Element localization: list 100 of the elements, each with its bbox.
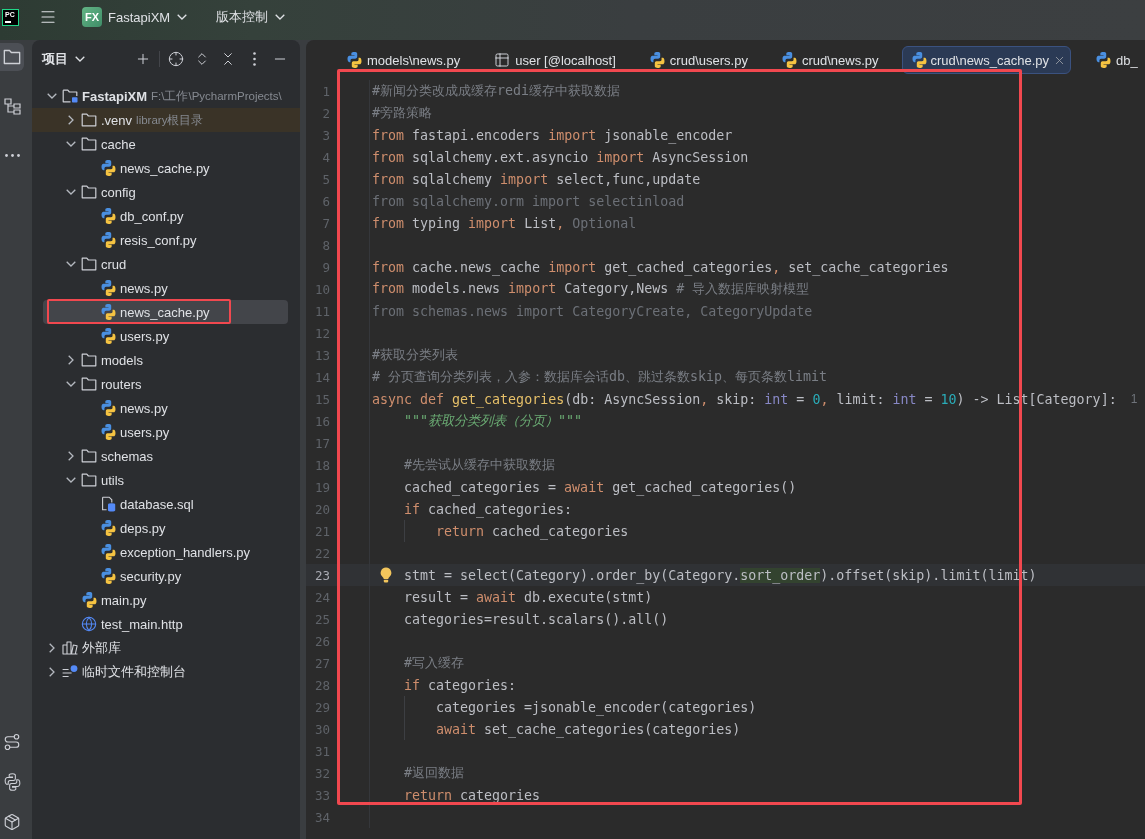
folder-icon [81, 137, 97, 151]
python-file-icon [100, 424, 116, 440]
tree-item[interactable]: config [43, 180, 288, 204]
vcs-menu[interactable]: 版本控制 [216, 8, 286, 26]
tree-item[interactable]: test_main.http [43, 612, 288, 636]
code-line: from fastapi.encoders import jsonable_encoder [372, 127, 733, 143]
code-line: return cached_categories [436, 523, 629, 539]
more-icon[interactable] [252, 52, 256, 66]
tree-item[interactable]: utils [43, 468, 288, 492]
tree-item[interactable]: main.py [43, 588, 288, 612]
tree-item[interactable]: database.sql [43, 492, 288, 516]
line-number: 18 [313, 457, 330, 473]
structure-icon [3, 97, 21, 115]
line-number: 31 [313, 743, 330, 759]
tree-item[interactable]: crud [43, 252, 288, 276]
chevron-down-icon[interactable] [66, 189, 76, 195]
code-line: cached_categories = await get_cached_categories() [404, 479, 797, 495]
chevron-right-icon[interactable] [68, 451, 74, 461]
chevron-right-icon[interactable] [49, 643, 55, 653]
tree-item[interactable]: security.py [43, 564, 288, 588]
lightbulb-icon[interactable] [380, 567, 392, 583]
package-icon [3, 813, 21, 831]
line-number: 12 [313, 325, 330, 341]
python-file-icon [100, 160, 116, 176]
plus-icon[interactable] [135, 51, 151, 67]
line-number: 23 [313, 567, 330, 583]
chevron-right-icon[interactable] [49, 667, 55, 677]
python-file-icon [911, 52, 927, 68]
line-number: 26 [313, 633, 330, 649]
main-menu-button[interactable] [39, 8, 57, 26]
code-line: categories =jsonable_encoder(categories) [436, 699, 757, 715]
chevron-down-icon[interactable] [66, 261, 76, 267]
editor-tab[interactable]: models\news.py [336, 46, 470, 74]
editor-tab[interactable]: crud\news.py [770, 46, 888, 74]
route-icon [3, 733, 21, 751]
crosshair-icon[interactable] [168, 51, 184, 67]
tree-item[interactable]: resis_conf.py [43, 228, 288, 252]
list-dot-icon [62, 665, 78, 679]
usage-hint: 1 [1130, 392, 1138, 406]
chevron-down-icon [275, 14, 286, 20]
table-icon [494, 52, 511, 68]
line-number: 5 [321, 171, 330, 187]
python-file-icon [100, 568, 116, 584]
tree-item[interactable]: db_conf.py [43, 204, 288, 228]
python-file-icon [100, 304, 116, 320]
tree-item[interactable]: users.py [43, 324, 288, 348]
tree-item[interactable]: 外部库 [43, 636, 288, 660]
python-file-icon [100, 232, 116, 248]
code-line: #旁路策略 [372, 104, 432, 122]
tree-item[interactable]: exception_handlers.py [43, 540, 288, 564]
panel-title-menu[interactable]: 项目 [42, 50, 85, 68]
tree-item[interactable]: news.py [43, 276, 288, 300]
chevron-down-icon[interactable] [66, 477, 76, 483]
tool-window-button[interactable] [0, 43, 24, 71]
chevron-down-icon[interactable] [66, 381, 76, 387]
chevron-right-icon[interactable] [68, 115, 74, 125]
code-line: # 分页查询分类列表，入参：数据库会话db、跳过条数skip、每页条数limit [372, 368, 828, 386]
line-number: 3 [321, 127, 330, 143]
python-icon [3, 773, 21, 791]
line-number: 13 [313, 347, 330, 363]
line-number: 25 [313, 611, 330, 627]
tree-item[interactable]: .venv library根目录 [32, 108, 300, 132]
tree-item[interactable]: routers [43, 372, 288, 396]
tree-item[interactable]: models [43, 348, 288, 372]
line-number: 16 [313, 413, 330, 429]
folder-icon [81, 377, 97, 391]
code-line: from typing import List, Optional [372, 215, 637, 231]
python-file-icon [100, 520, 116, 536]
code-line: if categories: [404, 677, 517, 693]
editor-tab[interactable]: crud\users.py [638, 46, 757, 74]
line-number: 17 [313, 435, 330, 451]
chevron-down-icon[interactable] [47, 93, 57, 99]
chevron-right-icon[interactable] [68, 355, 74, 365]
chevron-down-icon[interactable] [66, 141, 76, 147]
editor-tab[interactable]: user [@localhost] [483, 46, 625, 74]
line-number: 4 [321, 149, 330, 165]
python-file-icon [100, 328, 116, 344]
code-line: #获取分类列表 [372, 346, 458, 364]
folder-icon [81, 473, 97, 487]
tree-item[interactable]: deps.py [43, 516, 288, 540]
tree-item[interactable]: news_cache.py [43, 156, 288, 180]
code-line: #新闻分类改成成缓存redi缓存中获取数据 [372, 82, 621, 100]
tree-item[interactable]: schemas [43, 444, 288, 468]
python-file-icon [81, 592, 97, 608]
tree-item[interactable]: users.py [43, 420, 288, 444]
tree-item[interactable]: news.py [43, 396, 288, 420]
line-number: 6 [321, 193, 330, 209]
python-file-icon [781, 52, 797, 68]
project-menu[interactable]: FastapiXM [108, 9, 188, 25]
tree-item[interactable]: cache [43, 132, 288, 156]
editor-tab[interactable]: db_ [1085, 46, 1145, 74]
editor-tab[interactable]: crud\news_cache.py [901, 46, 1071, 74]
tree-item[interactable]: FastapiXM F:\工作\PycharmProjects\ [43, 84, 288, 108]
folder-icon [62, 89, 78, 103]
tree-item[interactable]: 临时文件和控制台 [43, 660, 288, 684]
code-line: #先尝试从缓存中获取数据 [404, 456, 555, 474]
python-file-icon [347, 52, 362, 68]
line-number: 32 [313, 765, 330, 781]
chevron-down-icon [177, 14, 188, 20]
line-number: 8 [321, 237, 330, 253]
